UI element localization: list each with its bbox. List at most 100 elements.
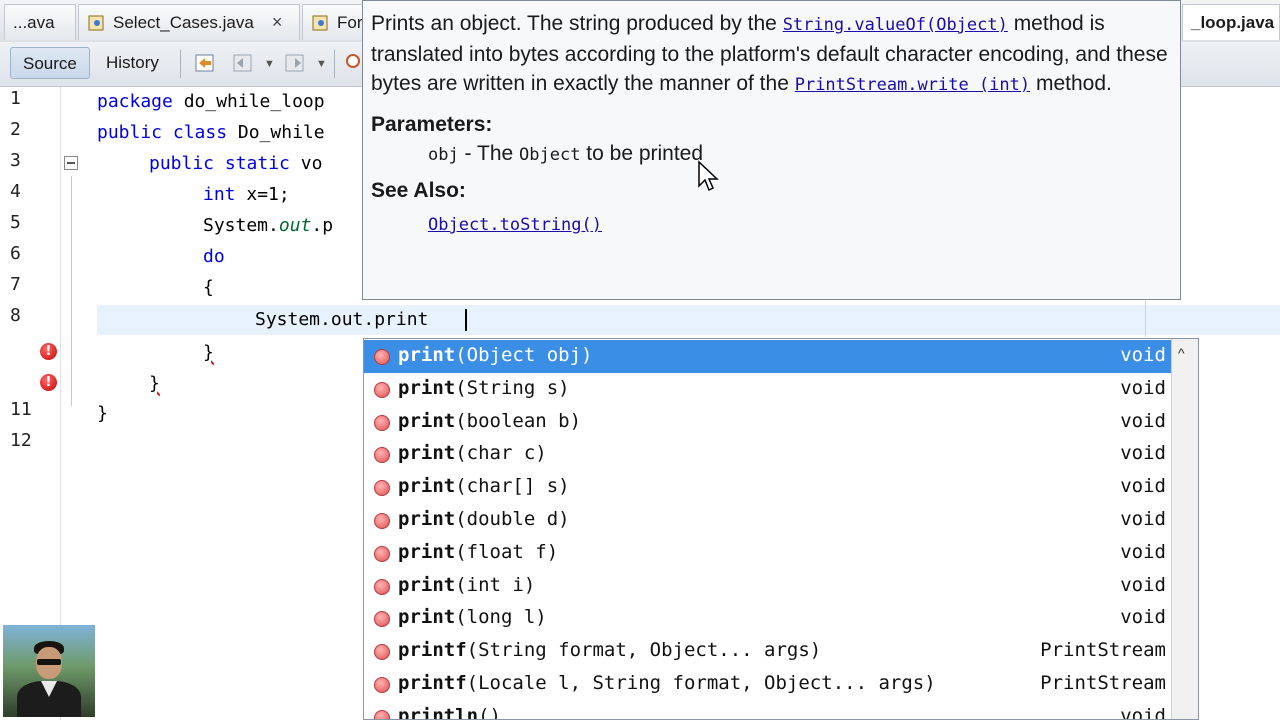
code-line-3[interactable]: public static vo (149, 148, 322, 179)
forward-icon[interactable] (282, 50, 308, 76)
method-params: (String s) (455, 376, 570, 399)
code-text: vo (289, 153, 323, 174)
scroll-up-icon[interactable]: ^ (1178, 345, 1185, 361)
return-type: void (1120, 344, 1166, 366)
error-marker-icon[interactable]: ! (40, 343, 57, 360)
completion-item[interactable]: print(char c) void (364, 438, 1172, 471)
line-number: 2 (10, 119, 21, 140)
completion-item[interactable]: print(char[] s) void (364, 471, 1172, 504)
completion-item[interactable]: print(long l) void (364, 602, 1172, 635)
method-params: (Locale l, String format, Object... args… (466, 672, 936, 694)
doc-link-string-valueof[interactable]: String.valueOf(Object) (783, 15, 1008, 35)
back-dropdown-icon[interactable]: ▼ (264, 58, 275, 70)
return-type: void (1120, 704, 1166, 720)
return-type: void (1120, 573, 1166, 596)
parameters-heading: Parameters: (371, 113, 493, 136)
completion-signature: print(int i) (398, 574, 535, 596)
source-button[interactable]: Source (10, 47, 90, 79)
error-marker-icon[interactable]: ! (40, 374, 57, 391)
method-icon (374, 709, 390, 719)
param-name: obj (428, 145, 459, 165)
completion-signature: print(Object obj) (398, 344, 592, 366)
method-name: print (398, 508, 456, 530)
completion-signature: print(char[] s) (398, 475, 570, 497)
line-number: 3 (10, 150, 21, 171)
method-icon (374, 513, 390, 529)
doc-text: to be printed (580, 142, 704, 165)
forward-dropdown-icon[interactable]: ▼ (316, 58, 327, 70)
completion-item[interactable]: print(Object obj) void (364, 340, 1172, 373)
method-icon (374, 578, 390, 595)
completion-signature: print(char c) (398, 442, 547, 464)
tab-label: For (337, 12, 363, 32)
method-name: print (398, 344, 456, 366)
code-text: } (149, 373, 160, 394)
fold-guide (71, 176, 72, 406)
method-params: (int i) (455, 573, 536, 596)
fold-collapse-icon[interactable] (64, 156, 78, 170)
text-caret (465, 309, 467, 331)
method-name: print (398, 540, 456, 563)
toolbar-separator (180, 50, 181, 78)
code-text: Do_while (227, 122, 325, 143)
code-line-2[interactable]: public class Do_while (97, 117, 325, 148)
method-icon (374, 349, 390, 365)
completion-scrollbar[interactable]: ^ (1171, 339, 1198, 719)
line-number: 4 (10, 181, 21, 202)
method-params: (float f) (455, 540, 559, 563)
history-button[interactable]: History (94, 47, 171, 79)
code-line-11[interactable]: } (97, 398, 108, 429)
completion-item[interactable]: print(float f) void (364, 537, 1172, 570)
code-field: out (278, 215, 312, 236)
back-icon[interactable] (230, 50, 256, 76)
completion-signature: printf(String format, Object... args) (398, 639, 821, 661)
completion-item[interactable]: print(boolean b) void (364, 406, 1172, 439)
completion-signature: println() (398, 705, 501, 719)
line-number: 12 (10, 430, 32, 451)
return-type: void (1120, 606, 1166, 629)
completion-item[interactable]: print(int i) void (364, 570, 1172, 603)
method-params: (Object obj) (455, 344, 593, 366)
code-text: System.out.print (255, 309, 429, 330)
code-line-1[interactable]: package do_while_loop (97, 86, 325, 117)
code-line-4[interactable]: int x=1; (203, 179, 290, 210)
close-tab-icon[interactable]: × (272, 12, 283, 33)
code-line-8[interactable]: System.out.print (255, 304, 428, 335)
completion-signature: print(boolean b) (398, 410, 581, 432)
return-type: void (1120, 442, 1166, 465)
completion-item[interactable]: print(double d) void (364, 504, 1172, 537)
tab-select-cases[interactable]: Select_Cases.java × (78, 4, 300, 40)
return-type: void (1120, 475, 1166, 498)
keyword: public static (149, 153, 290, 174)
code-line-7[interactable]: { (203, 272, 214, 303)
doc-text: method. (1030, 72, 1112, 95)
code-line-9[interactable]: } (203, 337, 214, 368)
completion-item[interactable]: printf(String format, Object... args) Pri… (364, 635, 1172, 668)
doc-link-object-tostring[interactable]: Object.toString() (428, 215, 602, 235)
keyword: public class (97, 122, 228, 143)
toolbar-separator (334, 50, 335, 78)
completion-item[interactable]: printf(Locale l, String format, Object..… (364, 668, 1172, 701)
tab-ava[interactable]: ...ava (4, 4, 76, 40)
completion-signature: printf(Locale l, String format, Object..… (398, 672, 936, 694)
doc-text: Prints an object. The string produced by… (371, 12, 783, 35)
tab-loop-java[interactable]: _loop.java (1182, 4, 1280, 40)
method-name: print (398, 376, 456, 399)
see-also-list: Object.toString() (371, 209, 1172, 240)
completion-item[interactable]: println() void (364, 701, 1172, 720)
code-text: { (203, 277, 214, 298)
code-completion-list[interactable]: print(Object obj) void print(String s) void… (363, 338, 1199, 720)
method-icon (374, 644, 390, 661)
tab-for[interactable]: For (302, 4, 364, 40)
code-line-10[interactable]: } (149, 368, 160, 399)
code-line-5[interactable]: System.out.p (203, 210, 333, 241)
completion-item[interactable]: print(String s) void (364, 373, 1172, 406)
keyword: do (203, 246, 225, 267)
completion-signature: print(float f) (398, 541, 558, 563)
mouse-pointer-icon (698, 160, 719, 192)
last-edit-icon[interactable] (192, 50, 218, 76)
javadoc-popup: Prints an object. The string produced by… (362, 0, 1181, 300)
code-line-6[interactable]: do (203, 241, 225, 272)
doc-link-printstream-write[interactable]: PrintStream.write (int) (795, 75, 1030, 95)
code-text: } (203, 342, 214, 363)
